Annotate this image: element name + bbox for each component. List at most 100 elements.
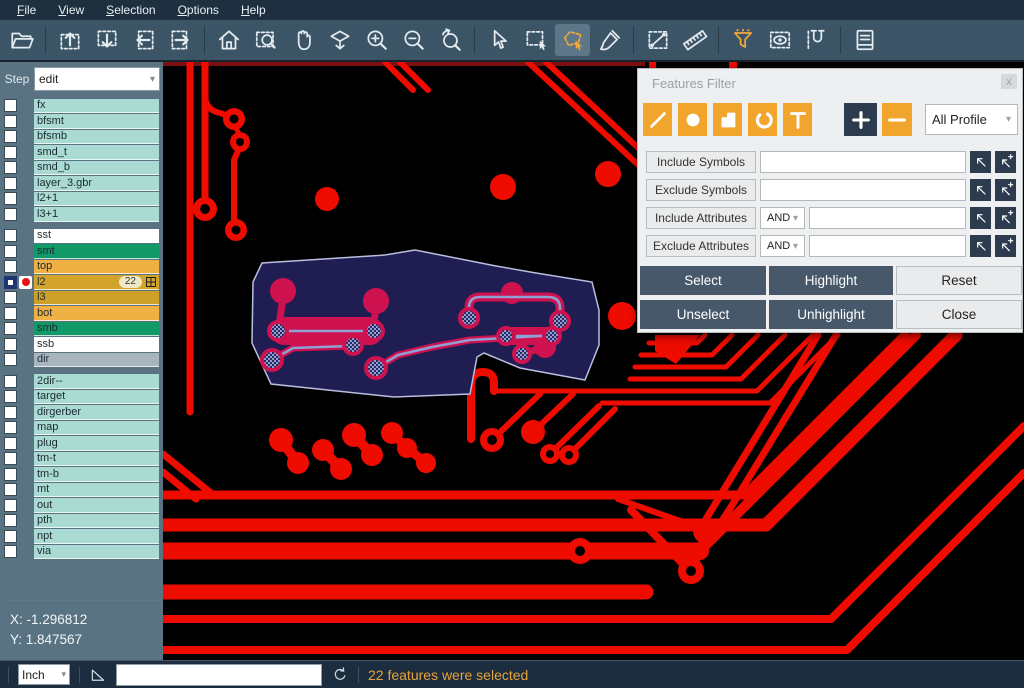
layer-visibility-checkbox[interactable] bbox=[4, 514, 17, 527]
pan-left-icon[interactable] bbox=[126, 24, 161, 56]
home-view-icon[interactable] bbox=[211, 24, 246, 56]
layer-visibility-checkbox[interactable] bbox=[4, 545, 17, 558]
layer-visibility-checkbox[interactable] bbox=[4, 437, 17, 450]
zoom-in-icon[interactable] bbox=[359, 24, 394, 56]
step-select[interactable]: edit ▾ bbox=[34, 67, 160, 91]
layer-item-mt[interactable]: mt bbox=[34, 483, 159, 498]
refresh-icon[interactable] bbox=[331, 666, 349, 684]
layer-item-l2+1[interactable]: l2+1 bbox=[34, 192, 159, 207]
pick-attribute-icon[interactable] bbox=[970, 235, 991, 257]
layer-item-l3+1[interactable]: l3+1 bbox=[34, 207, 159, 222]
layer-visibility-checkbox[interactable] bbox=[4, 177, 17, 190]
measure-points-icon[interactable] bbox=[640, 24, 675, 56]
ruler-icon[interactable] bbox=[677, 24, 712, 56]
layer-item-tm-t[interactable]: tm-t bbox=[34, 452, 159, 467]
select-button[interactable]: Select bbox=[640, 266, 766, 295]
layer-item-tm-b[interactable]: tm-b bbox=[34, 467, 159, 482]
units-select[interactable]: Inch ▾ bbox=[18, 664, 70, 685]
close-button[interactable]: Close bbox=[896, 300, 1022, 329]
layer-item-l2[interactable]: l222 bbox=[34, 275, 159, 290]
exclude-attributes-button[interactable]: Exclude Attributes bbox=[646, 235, 756, 257]
profile-select[interactable]: All Profile ▾ bbox=[925, 104, 1018, 135]
include-attributes-field[interactable] bbox=[809, 207, 966, 229]
filter-arc-icon[interactable] bbox=[748, 103, 777, 136]
layer-visibility-checkbox[interactable] bbox=[4, 338, 17, 351]
filter-surface-icon[interactable] bbox=[713, 103, 742, 136]
zoom-previous-icon[interactable] bbox=[433, 24, 468, 56]
layer-item-sst[interactable]: sst bbox=[34, 229, 159, 244]
layer-item-dirgerber[interactable]: dirgerber bbox=[34, 405, 159, 420]
select-cursor-icon[interactable] bbox=[481, 24, 516, 56]
rectangle-select-icon[interactable] bbox=[518, 24, 553, 56]
layer-visibility-checkbox[interactable] bbox=[4, 452, 17, 465]
snap-magnet-icon[interactable] bbox=[799, 24, 834, 56]
filter-add-icon[interactable] bbox=[844, 103, 877, 136]
layer-visibility-checkbox[interactable] bbox=[4, 260, 17, 273]
pick-add-symbol-icon[interactable] bbox=[995, 179, 1016, 201]
polygon-select-icon[interactable] bbox=[555, 24, 590, 56]
log-panel-icon[interactable] bbox=[847, 24, 882, 56]
layer-visibility-checkbox[interactable] bbox=[4, 245, 17, 258]
layer-visibility-checkbox[interactable] bbox=[4, 322, 17, 335]
layer-item-target[interactable]: target bbox=[34, 390, 159, 405]
layer-visibility-checkbox[interactable] bbox=[4, 115, 17, 128]
layer-visibility-checkbox[interactable] bbox=[4, 353, 17, 366]
menu-file[interactable]: File bbox=[6, 1, 47, 19]
include-symbols-field[interactable] bbox=[760, 151, 966, 173]
layer-item-pth[interactable]: pth bbox=[34, 514, 159, 529]
layer-item-bfsmt[interactable]: bfsmt bbox=[34, 114, 159, 129]
filter-line-icon[interactable] bbox=[643, 103, 672, 136]
layer-visibility-checkbox[interactable] bbox=[4, 161, 17, 174]
layer-item-smd_b[interactable]: smd_b bbox=[34, 161, 159, 176]
layer-item-fx[interactable]: fx bbox=[34, 99, 159, 114]
layer-item-top[interactable]: top bbox=[34, 260, 159, 275]
open-folder-icon[interactable] bbox=[4, 24, 39, 56]
pick-symbol-icon[interactable] bbox=[970, 179, 991, 201]
exclude-attributes-logic-select[interactable]: AND▾ bbox=[760, 235, 805, 257]
pan-hand-icon[interactable] bbox=[285, 24, 320, 56]
layer-item-plug[interactable]: plug bbox=[34, 436, 159, 451]
pick-add-attribute-icon[interactable] bbox=[995, 207, 1016, 229]
move-view-icon[interactable] bbox=[322, 24, 357, 56]
layer-visibility-checkbox[interactable] bbox=[4, 99, 17, 112]
active-layer-indicator[interactable] bbox=[19, 276, 32, 289]
pick-symbol-icon[interactable] bbox=[970, 151, 991, 173]
clear-brush-icon[interactable] bbox=[592, 24, 627, 56]
layer-item-dir[interactable]: dir bbox=[34, 353, 159, 368]
include-attributes-button[interactable]: Include Attributes bbox=[646, 207, 756, 229]
highlight-button[interactable]: Highlight bbox=[769, 266, 893, 295]
layer-item-map[interactable]: map bbox=[34, 421, 159, 436]
filter-text-icon[interactable] bbox=[783, 103, 812, 136]
layer-visibility-checkbox[interactable] bbox=[4, 499, 17, 512]
layer-visibility-checkbox[interactable] bbox=[4, 229, 17, 242]
layer-visibility-checkbox[interactable] bbox=[4, 421, 17, 434]
include-attributes-logic-select[interactable]: AND▾ bbox=[760, 207, 805, 229]
menu-view[interactable]: View bbox=[47, 1, 95, 19]
pick-attribute-icon[interactable] bbox=[970, 207, 991, 229]
layer-item-out[interactable]: out bbox=[34, 498, 159, 513]
filter-pad-icon[interactable] bbox=[678, 103, 707, 136]
close-icon[interactable]: x bbox=[1001, 74, 1017, 89]
angle-icon[interactable] bbox=[89, 666, 107, 684]
layer-visibility-checkbox[interactable] bbox=[4, 208, 17, 221]
zoom-window-icon[interactable] bbox=[248, 24, 283, 56]
layer-visibility-checkbox[interactable] bbox=[4, 375, 17, 388]
layer-item-layer_3.gbr[interactable]: layer_3.gbr bbox=[34, 176, 159, 191]
layer-item-smt[interactable]: smt bbox=[34, 244, 159, 259]
pan-up-icon[interactable] bbox=[52, 24, 87, 56]
layer-item-l3[interactable]: l3 bbox=[34, 291, 159, 306]
layer-item-via[interactable]: via bbox=[34, 545, 159, 560]
grid-icon[interactable] bbox=[146, 277, 156, 287]
menu-help[interactable]: Help bbox=[230, 1, 277, 19]
layer-item-bfsmb[interactable]: bfsmb bbox=[34, 130, 159, 145]
layer-item-bot[interactable]: bot bbox=[34, 306, 159, 321]
zoom-out-icon[interactable] bbox=[396, 24, 431, 56]
layer-visibility-checkbox[interactable] bbox=[4, 530, 17, 543]
layer-visibility-checkbox[interactable] bbox=[4, 307, 17, 320]
pick-add-symbol-icon[interactable] bbox=[995, 151, 1016, 173]
exclude-symbols-field[interactable] bbox=[760, 179, 966, 201]
filter-remove-icon[interactable] bbox=[882, 103, 912, 136]
command-input[interactable] bbox=[116, 664, 322, 686]
reset-button[interactable]: Reset bbox=[896, 266, 1022, 295]
layer-item-ssb[interactable]: ssb bbox=[34, 337, 159, 352]
